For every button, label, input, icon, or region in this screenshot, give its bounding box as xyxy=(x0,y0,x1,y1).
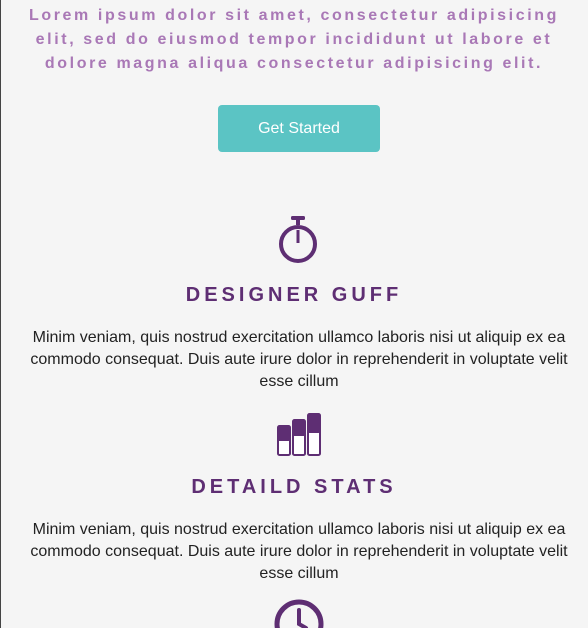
feature-title-designer-guff: DESIGNER GUFF xyxy=(185,284,403,306)
feature-text-detaild-stats: Minim veniam, quis nostrud exercitation … xyxy=(30,521,568,582)
clock-icon xyxy=(274,599,324,628)
stats-bars-icon xyxy=(277,413,321,456)
get-started-button[interactable]: Get Started xyxy=(218,105,380,152)
feature-title-detaild-stats: DETAILD STATS xyxy=(191,476,397,498)
intro-text: Lorem ipsum dolor sit amet, consectetur … xyxy=(28,7,559,72)
feature-text-designer-guff: Minim veniam, quis nostrud exercitation … xyxy=(30,329,568,390)
page-left-border xyxy=(0,0,1,628)
stopwatch-icon xyxy=(279,216,317,263)
